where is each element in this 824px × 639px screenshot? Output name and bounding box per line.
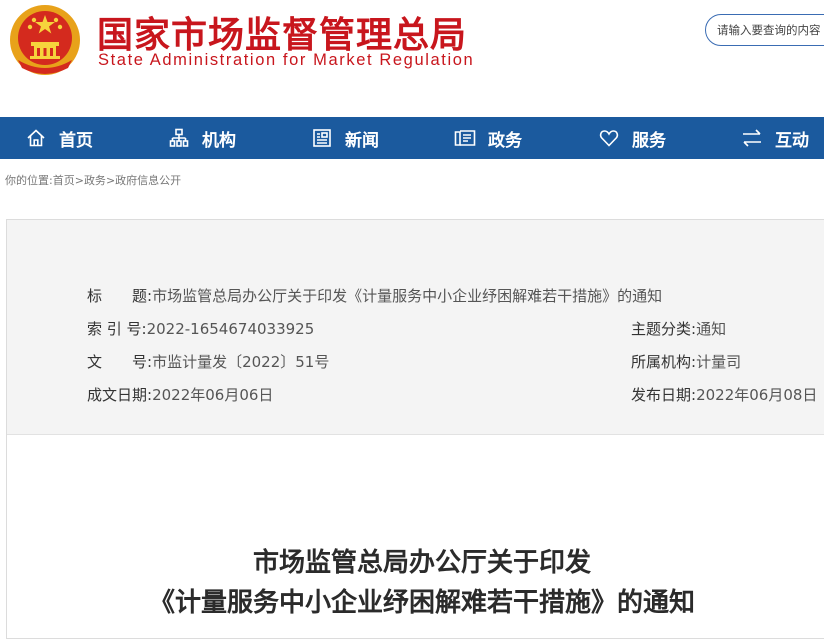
meta-index-value: 2022-1654674033925 — [146, 320, 315, 338]
meta-topic-value: 通知 — [696, 320, 727, 338]
breadcrumb-link-home[interactable]: 首页 — [53, 174, 75, 187]
nav-label: 政务 — [488, 130, 522, 151]
document-metadata: 标 题:市场监管总局办公厅关于印发《计量服务中小企业纾困解难若干措施》的通知 索… — [7, 220, 824, 435]
breadcrumb-separator: > — [105, 174, 116, 187]
meta-org-label: 所属机构: — [631, 353, 697, 371]
nav-label: 互动 — [775, 130, 809, 151]
meta-created-value: 2022年06月06日 — [152, 386, 274, 404]
nav-item-news[interactable]: 新闻 — [311, 117, 379, 159]
breadcrumb-prefix: 你的位置: — [5, 174, 53, 187]
nav-item-service[interactable]: 服务 — [598, 117, 666, 159]
meta-org-row: 所属机构:计量司 — [631, 351, 741, 372]
newspaper-icon — [311, 127, 333, 149]
national-emblem-icon[interactable] — [8, 2, 82, 78]
meta-topic-label: 主题分类: — [631, 320, 697, 338]
meta-org-value: 计量司 — [696, 353, 742, 371]
meta-index-label: 索 引 号: — [87, 320, 147, 338]
article-card: 标 题:市场监管总局办公厅关于印发《计量服务中小企业纾困解难若干措施》的通知 索… — [6, 219, 824, 639]
meta-title-value: 市场监管总局办公厅关于印发《计量服务中小企业纾困解难若干措施》的通知 — [152, 287, 663, 305]
nav-item-org[interactable]: 机构 — [168, 117, 236, 159]
meta-docno-label: 文 号: — [87, 353, 153, 371]
heart-icon — [598, 127, 620, 149]
meta-published-row: 发布日期:2022年06月08日 — [631, 384, 817, 405]
main-nav: 首页 机构 新闻 政务 服务 互动 — [0, 117, 824, 159]
search-input[interactable] — [706, 15, 824, 45]
nav-label: 新闻 — [345, 130, 379, 151]
document-icon — [454, 127, 476, 149]
site-header: 国家市场监督管理总局 State Administration for Mark… — [0, 0, 824, 117]
swap-arrows-icon — [741, 127, 763, 149]
breadcrumb-separator: > — [74, 174, 84, 187]
nav-label: 机构 — [202, 130, 236, 151]
meta-index-row: 索 引 号:2022-1654674033925 — [87, 318, 314, 339]
document-title-line1: 市场监管总局办公厅关于印发 — [252, 548, 591, 578]
meta-created-label: 成文日期: — [87, 386, 153, 404]
meta-docno-row: 文 号:市监计量发〔2022〕51号 — [87, 351, 329, 372]
nav-item-interact[interactable]: 互动 — [741, 117, 809, 159]
nav-label: 首页 — [59, 130, 93, 151]
breadcrumb-link-affairs[interactable]: 政务 — [84, 174, 106, 187]
meta-published-value: 2022年06月08日 — [696, 386, 818, 404]
meta-title-row: 标 题:市场监管总局办公厅关于印发《计量服务中小企业纾困解难若干措施》的通知 — [87, 285, 662, 306]
meta-created-row: 成文日期:2022年06月06日 — [87, 384, 273, 405]
breadcrumb: 你的位置:首页>政务>政府信息公开 — [5, 172, 181, 188]
site-subtitle: State Administration for Market Regulati… — [98, 51, 475, 69]
nav-item-home[interactable]: 首页 — [25, 117, 93, 159]
meta-title-label: 标 题: — [87, 287, 153, 305]
meta-docno-value: 市监计量发〔2022〕51号 — [152, 353, 330, 371]
nav-label: 服务 — [632, 130, 666, 151]
home-icon — [25, 127, 47, 149]
meta-published-label: 发布日期: — [631, 386, 697, 404]
meta-topic-row: 主题分类:通知 — [631, 318, 726, 339]
search-box[interactable] — [705, 14, 824, 46]
document-title-line2: 《计量服务中小企业纾困解难若干措施》的通知 — [148, 588, 695, 618]
nav-item-affairs[interactable]: 政务 — [454, 117, 522, 159]
breadcrumb-link-disclosure[interactable]: 政府信息公开 — [115, 174, 181, 187]
org-chart-icon — [168, 127, 190, 149]
